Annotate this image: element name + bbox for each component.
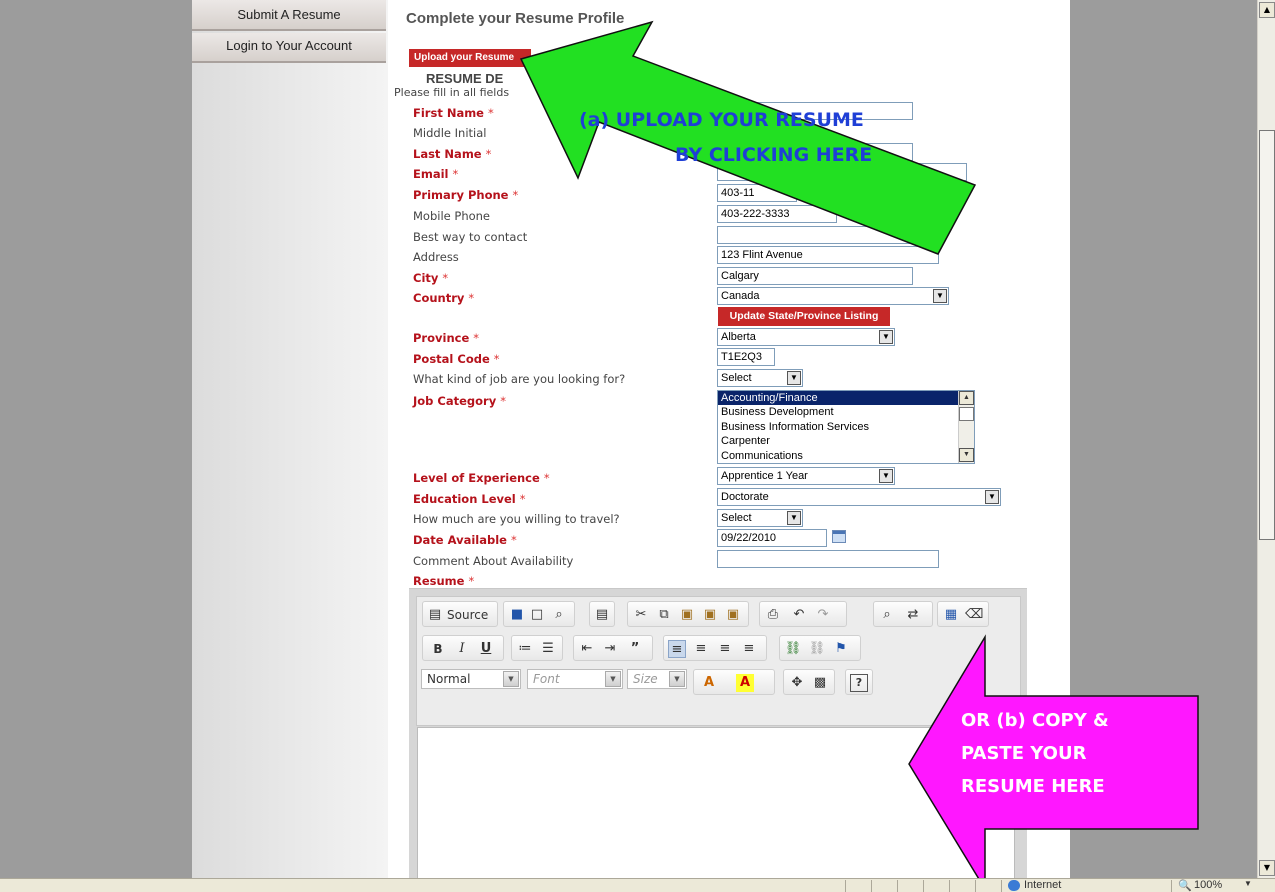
status-cell [975,880,1001,892]
scroll-up-icon[interactable]: ▲ [1259,2,1275,18]
window-scrollbar[interactable]: ▲ ▼ [1257,0,1275,878]
security-zone: Internet [1001,879,1171,892]
zone-label: Internet [1024,879,1062,891]
scroll-down-icon[interactable]: ▼ [1259,860,1275,876]
zoom-control[interactable]: 🔍 100% ▼ [1171,879,1275,892]
zoom-icon: 🔍 [1178,880,1192,892]
status-cell [923,880,949,892]
paste-annotation-line2: PASTE YOUR [961,743,1087,764]
chevron-down-icon[interactable]: ▼ [1244,879,1252,888]
status-cell [897,880,923,892]
globe-icon [1008,880,1020,891]
upload-annotation-line1: (a) UPLOAD YOUR RESUME [579,109,864,131]
status-cell [871,880,897,892]
status-cell [949,880,975,892]
upload-annotation-line2: BY CLICKING HERE [675,144,873,166]
status-cell [845,880,871,892]
scroll-thumb[interactable] [1259,130,1275,540]
status-bar: Internet 🔍 100% ▼ [0,878,1275,892]
paste-annotation-line1: OR (b) COPY & [961,710,1109,731]
paste-annotation-line3: RESUME HERE [961,776,1105,797]
upload-arrow [519,20,977,255]
zoom-level: 100% [1194,879,1223,891]
